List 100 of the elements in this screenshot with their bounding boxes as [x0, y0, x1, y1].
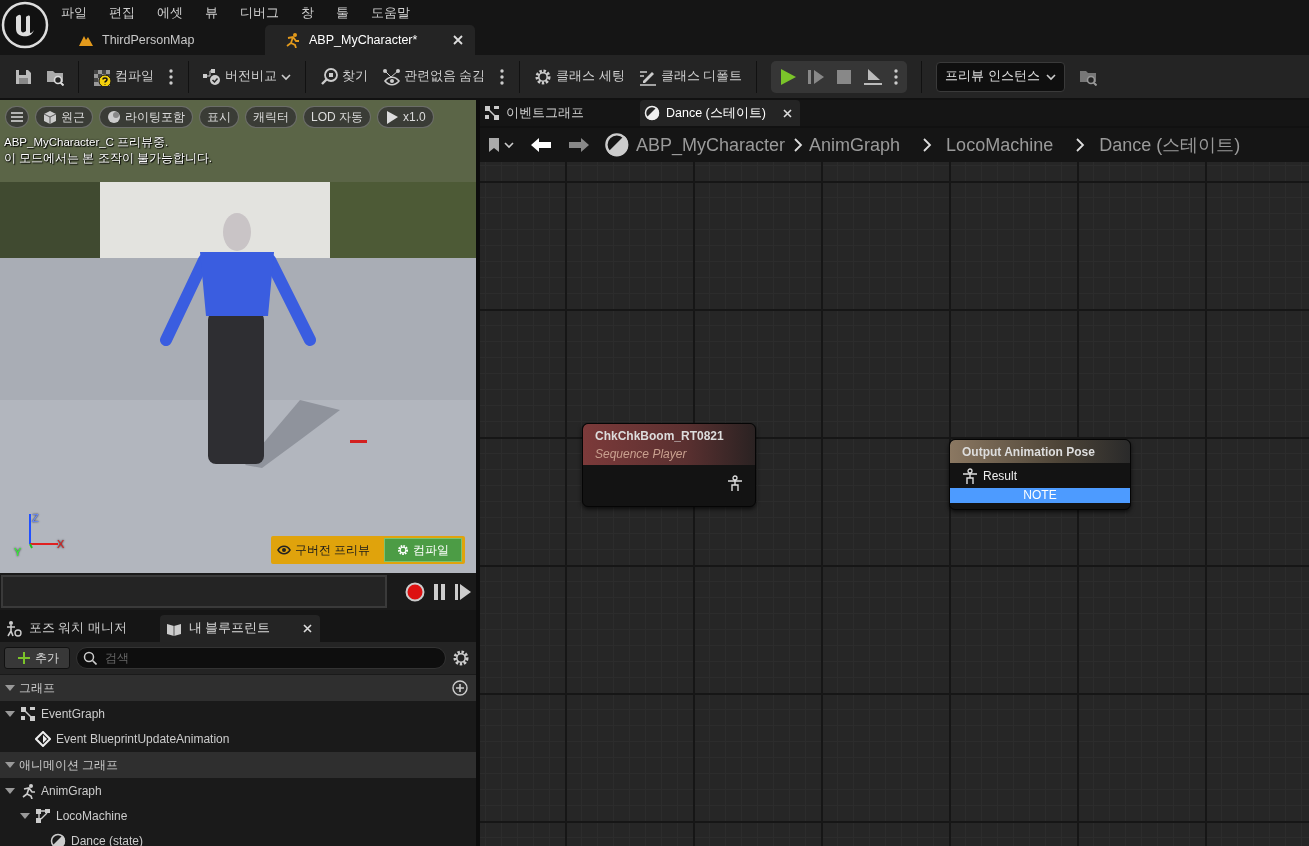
close-icon[interactable]: [453, 35, 463, 45]
add-button[interactable]: 추가: [4, 647, 70, 669]
section-title: 애니메이션 그래프: [19, 757, 119, 774]
graph-tab[interactable]: Dance (스테이트): [640, 100, 800, 126]
menu-item[interactable]: 뷰: [194, 0, 229, 25]
eye-nodes-icon: [382, 67, 400, 86]
search-icon: [320, 67, 338, 86]
breadcrumb-link[interactable]: ABP_MyCharacter: [630, 131, 792, 159]
axis-label: Y: [14, 545, 22, 560]
menu-item[interactable]: 도움말: [360, 0, 421, 25]
tree-item[interactable]: EventGraph: [0, 701, 476, 726]
timeline-field[interactable]: [1, 575, 387, 608]
breadcrumb-link[interactable]: AnimGraph: [803, 131, 907, 159]
viewport-chip[interactable]: LOD 자동: [303, 106, 371, 128]
pose-figure-icon: [6, 620, 22, 637]
back-arrow-icon[interactable]: [530, 137, 552, 153]
caret-icon: [1045, 72, 1056, 81]
expand-arrow-icon[interactable]: [20, 810, 30, 821]
caret-icon: [504, 141, 514, 149]
section-header[interactable]: 애니메이션 그래프: [0, 752, 476, 778]
chevron-icon: [1075, 137, 1086, 153]
play-icon[interactable]: [779, 67, 798, 86]
viewport-chip[interactable]: 표시: [199, 106, 239, 128]
menu-item[interactable]: 에셋: [146, 0, 194, 25]
tree-item[interactable]: LocoMachine: [0, 803, 476, 828]
state-machine-icon: [35, 807, 51, 824]
breadcrumb-link[interactable]: LocoMachine: [940, 131, 1060, 159]
chevron-icon: [793, 137, 804, 153]
tree-item[interactable]: AnimGraph: [0, 778, 476, 803]
toolbar-button[interactable]: 클래스 세팅: [534, 67, 625, 86]
menu-item[interactable]: 툴: [325, 0, 360, 25]
close-icon[interactable]: [783, 108, 792, 118]
axis-label: Z: [32, 511, 39, 526]
menu-item[interactable]: 편집: [98, 0, 146, 25]
save-icon[interactable]: [14, 67, 32, 86]
viewport-chip[interactable]: 라이팅포함: [99, 106, 193, 128]
section-title: 그래프: [19, 680, 55, 697]
preview-message: 이 모드에서는 본 조작이 불가능합니다.: [4, 151, 212, 166]
preview-message: ABP_MyCharacter_C 프리뷰중.: [4, 135, 169, 150]
dropdown-button[interactable]: 프리뷰 인스턴스: [936, 61, 1065, 92]
more-options-icon[interactable]: [168, 67, 174, 86]
pause-icon[interactable]: [433, 583, 447, 600]
add-circle-icon[interactable]: [452, 680, 468, 696]
viewport-chip[interactable]: x1.0: [377, 106, 434, 128]
running-figure-icon: [20, 782, 36, 799]
graph-nodes-icon: [484, 105, 500, 121]
settings-icon[interactable]: [452, 649, 470, 667]
sphere-icon: [107, 110, 121, 124]
dropdown-button[interactable]: 버전비교: [203, 67, 291, 86]
bookmark-icon: [488, 137, 500, 153]
viewport-chip[interactable]: 캐릭터: [245, 106, 297, 128]
expand-arrow-icon[interactable]: [5, 708, 15, 719]
pose-pin-icon: [962, 467, 978, 484]
axis-label: X: [57, 537, 65, 552]
search-field[interactable]: 검색: [103, 648, 433, 668]
more-options-icon[interactable]: [893, 67, 900, 86]
toolbar-button[interactable]: 클래스 디폴트: [638, 67, 743, 86]
menu-item[interactable]: 디버그: [229, 0, 290, 25]
toolbar-button[interactable]: 관련없음 숨김: [382, 67, 486, 86]
slashed-circle-icon: [604, 132, 630, 158]
menu-item[interactable]: 창: [290, 0, 325, 25]
tree-item[interactable]: Event BlueprintUpdateAnimation: [0, 726, 476, 751]
graph-tab[interactable]: 이벤트그래프: [480, 100, 640, 126]
graph-node[interactable]: Output Animation Pose Result NOTE: [949, 439, 1131, 510]
step-icon[interactable]: [455, 583, 471, 600]
document-tab[interactable]: ABP_MyCharacter*: [265, 25, 475, 55]
note-bar: NOTE: [950, 488, 1130, 503]
menu-item[interactable]: 파일: [50, 0, 98, 25]
output-pin[interactable]: Result: [950, 463, 1130, 488]
section-header[interactable]: 그래프: [0, 675, 476, 701]
expand-arrow-icon[interactable]: [5, 760, 15, 770]
forward-arrow-icon[interactable]: [568, 137, 590, 153]
caret-icon: [281, 72, 291, 81]
eject-icon[interactable]: [863, 67, 884, 86]
breadcrumb-link[interactable]: Dance (스테이트): [1093, 131, 1247, 159]
slashed-circle-icon: [50, 832, 66, 846]
pose-pin-icon[interactable]: [727, 475, 743, 491]
stop-icon[interactable]: [835, 67, 854, 86]
plus-icon: [17, 651, 31, 665]
engine-logo-icon[interactable]: [0, 0, 50, 50]
node-subtitle: Sequence Player: [595, 446, 688, 463]
document-tab[interactable]: ThirdPersonMap: [60, 25, 265, 55]
search-field[interactable]: 검색: [76, 647, 446, 669]
viewport-chip[interactable]: 원근: [35, 106, 93, 128]
bookmark-button[interactable]: [488, 137, 514, 153]
node-title: Output Animation Pose: [962, 444, 1096, 461]
toolbar-button[interactable]: 컴파일: [93, 67, 154, 86]
menu-icon: [11, 112, 23, 122]
cube-icon: [43, 110, 57, 124]
more-options-icon[interactable]: [499, 67, 506, 86]
close-icon[interactable]: [303, 624, 312, 633]
panel-tab[interactable]: 내 블루프린트: [160, 615, 320, 642]
expand-arrow-icon[interactable]: [5, 683, 15, 693]
panel-tab[interactable]: 포즈 워치 매니저: [0, 615, 160, 642]
gear-icon: [397, 544, 409, 556]
toolbar-button[interactable]: 찾기: [320, 67, 368, 86]
slashed-circle-icon: [644, 105, 660, 121]
graph-node[interactable]: ChkChkBoom_RT0821 Sequence Player: [582, 423, 756, 507]
record-icon[interactable]: [405, 581, 425, 602]
expand-arrow-icon[interactable]: [5, 785, 15, 796]
